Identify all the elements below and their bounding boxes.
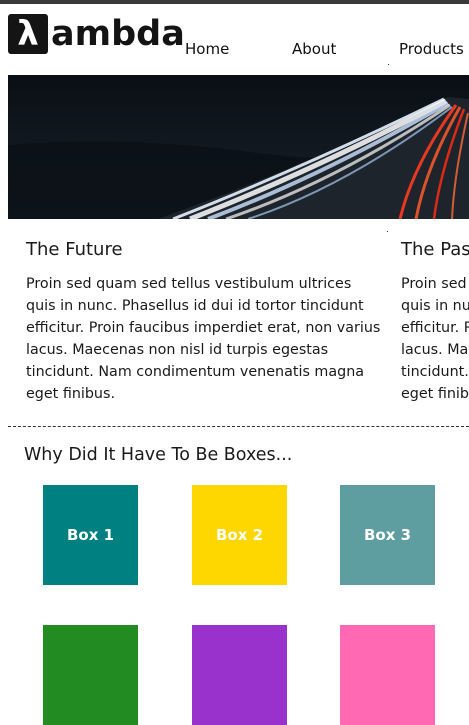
text-line: quis in nunc. Phasellus id dui id tortor… <box>26 298 364 314</box>
text-line: lacus. Maecenas non nisl id turpis egest… <box>401 342 469 358</box>
hero-image <box>8 75 469 219</box>
text-line: efficitur. Proin faucibus imperdiet erat… <box>26 320 381 336</box>
text-line: eget finibus. <box>401 386 469 402</box>
nav-marker <box>388 64 389 65</box>
box-5 <box>192 625 287 725</box>
article-text-past: Proin sed quam sed tellus vestibulum ult… <box>401 273 469 405</box>
nav-home-link[interactable]: Home <box>185 40 229 58</box>
text-line: lacus. Maecenas non nisl id turpis egest… <box>26 342 329 358</box>
nav-products-link[interactable]: Products <box>399 40 464 58</box>
nav-about-link[interactable]: About <box>292 40 336 58</box>
text-line: eget finibus. <box>26 386 115 402</box>
logo[interactable]: λ ambda <box>8 14 185 54</box>
text-line: tincidunt. Nam condimentum venenatis mag… <box>26 364 365 380</box>
text-line: Proin sed quam sed tellus vestibulum ult… <box>26 276 352 292</box>
text-line: quis in nunc. Phasellus id dui id tortor… <box>401 298 469 314</box>
box-6 <box>340 625 435 725</box>
lambda-logo-icon: λ <box>8 14 48 54</box>
top-border <box>0 0 469 4</box>
article-title-past: The Past <box>401 239 469 260</box>
article-text-future: Proin sed quam sed tellus vestibulum ult… <box>26 273 386 405</box>
box-1: Box 1 <box>43 485 138 585</box>
boxes-section-title: Why Did It Have To Be Boxes... <box>24 445 293 465</box>
box-3: Box 3 <box>340 485 435 585</box>
logo-text: ambda <box>51 13 185 54</box>
section-divider <box>8 426 469 427</box>
box-2: Box 2 <box>192 485 287 585</box>
text-line: Proin sed quam sed tellus vestibulum ult… <box>401 276 469 292</box>
text-line: tincidunt. Nam condimentum venenatis mag… <box>401 364 469 380</box>
article-title-future: The Future <box>26 239 123 260</box>
text-line: efficitur. Proin faucibus imperdiet erat… <box>401 320 469 336</box>
box-4 <box>43 625 138 725</box>
carousel-marker <box>387 231 388 232</box>
